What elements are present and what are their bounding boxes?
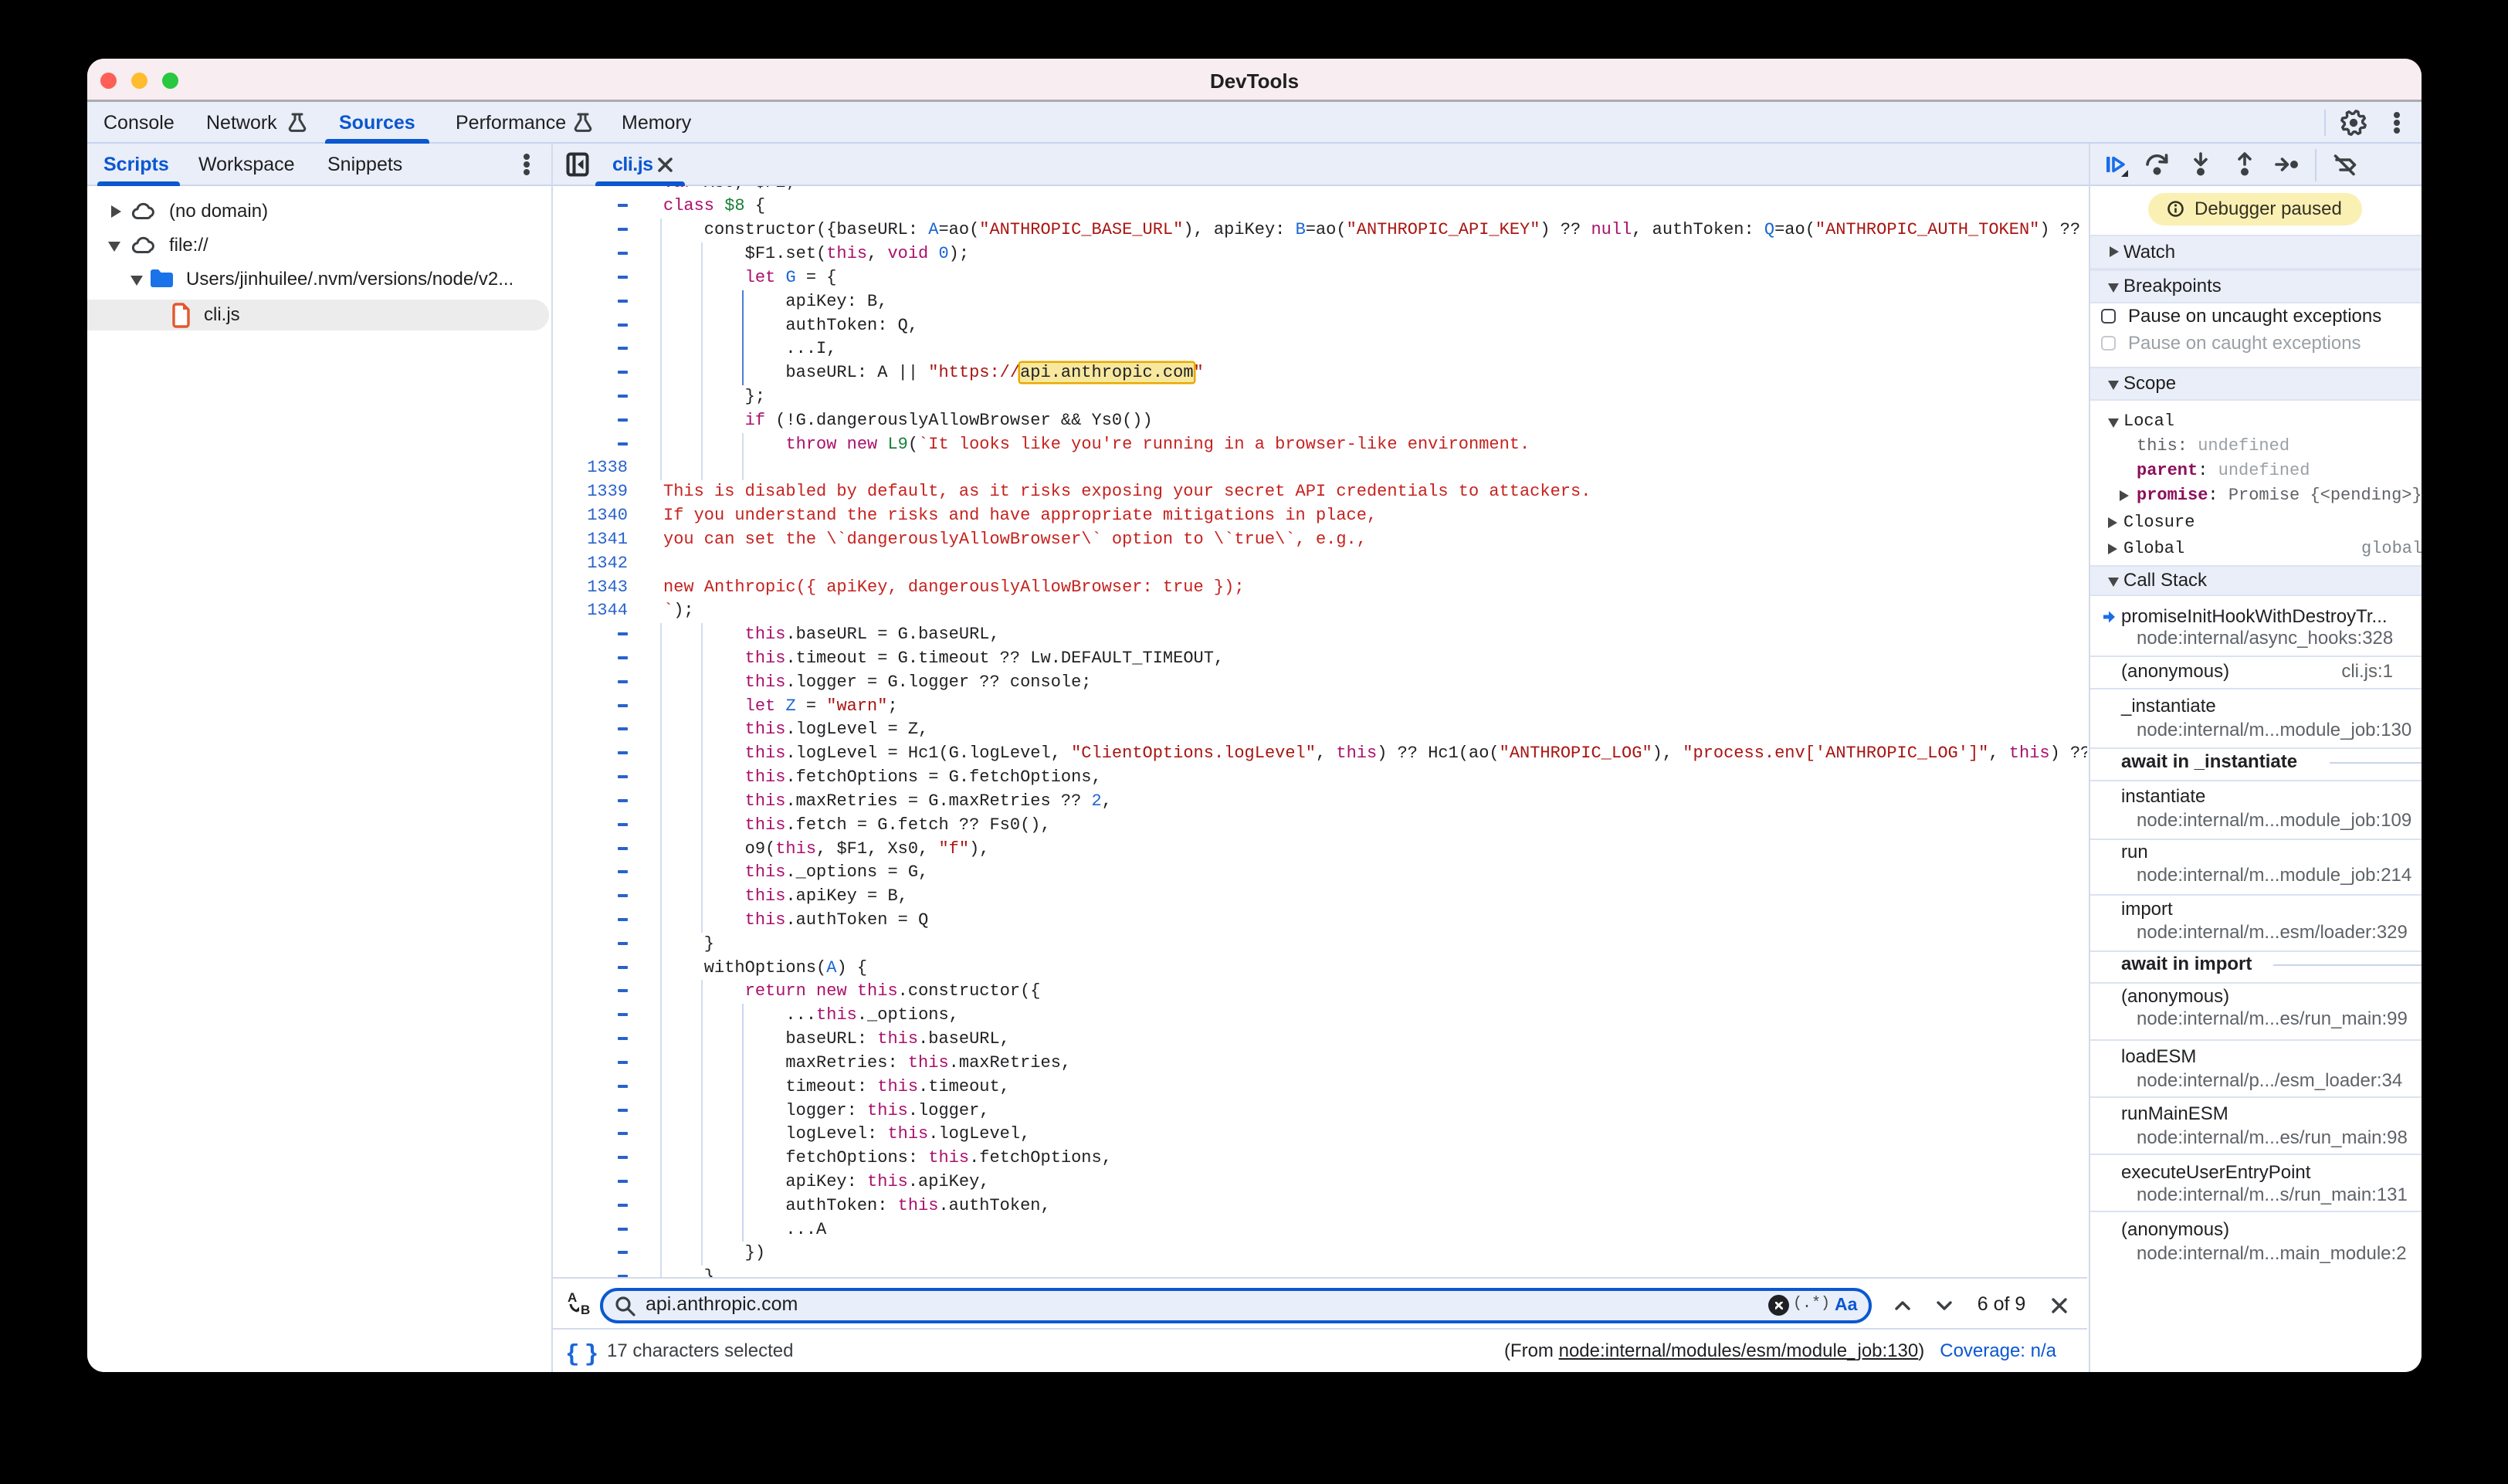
svg-text:{ }: { } xyxy=(565,1341,598,1366)
svg-text:B: B xyxy=(581,1303,590,1316)
svg-text:A: A xyxy=(568,1290,577,1305)
